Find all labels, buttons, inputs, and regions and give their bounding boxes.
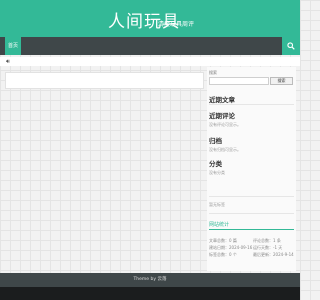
site-subtitle: 清瘦玩具周评 <box>158 21 195 28</box>
main-content-box <box>5 72 204 89</box>
stats-underline <box>209 229 294 230</box>
search-label: 搜索 <box>209 70 217 75</box>
site-footer: Theme by 云落 <box>0 273 300 287</box>
stat-build-date: 建站日期：2024-09-16 <box>209 245 253 250</box>
archives-empty: 没有归档可显示。 <box>209 147 241 152</box>
search-toggle-button[interactable] <box>282 37 300 55</box>
stat-tags: 标签总数：0 个 <box>209 252 237 257</box>
divider <box>209 196 294 197</box>
recent-comments-title: 近期评论 <box>209 112 235 120</box>
notice-bar: 🔊︎ <box>0 57 300 66</box>
nav-item-home[interactable]: 首页 <box>5 37 21 55</box>
search-icon <box>287 42 295 50</box>
stat-run-days: 运行天数：-1 天 <box>253 245 283 250</box>
bottom-bar <box>0 287 300 300</box>
sidebar: 搜索 搜索 近期文章 近期评论 没有评论可显示。 归档 没有归档可显示。 分类 … <box>207 67 296 271</box>
divider <box>209 104 294 105</box>
stats-title: 网站统计 <box>209 222 230 228</box>
categories-empty: 没有分类 <box>209 170 225 175</box>
site-header: 人间玩具 清瘦玩具周评 <box>0 0 300 37</box>
footer-credit[interactable]: Theme by 云落 <box>0 276 300 282</box>
divider <box>209 213 294 214</box>
nav-bar: 首页 <box>0 37 300 55</box>
speaker-icon: 🔊︎ <box>6 58 10 65</box>
recent-comments-empty: 没有评论可显示。 <box>209 122 241 127</box>
stat-articles: 文章总数：0 篇 <box>209 238 237 243</box>
archives-title: 归档 <box>209 137 222 145</box>
recent-posts-title: 近期文章 <box>209 96 235 104</box>
tag-cloud-empty: 暂无标签 <box>209 202 225 207</box>
stat-comments: 评论总数：1 条 <box>253 238 281 243</box>
search-button[interactable]: 搜索 <box>270 77 293 85</box>
stat-last-updated: 最后更新：2024-9-14 <box>253 252 294 257</box>
search-input[interactable] <box>209 77 269 85</box>
categories-title: 分类 <box>209 160 222 168</box>
